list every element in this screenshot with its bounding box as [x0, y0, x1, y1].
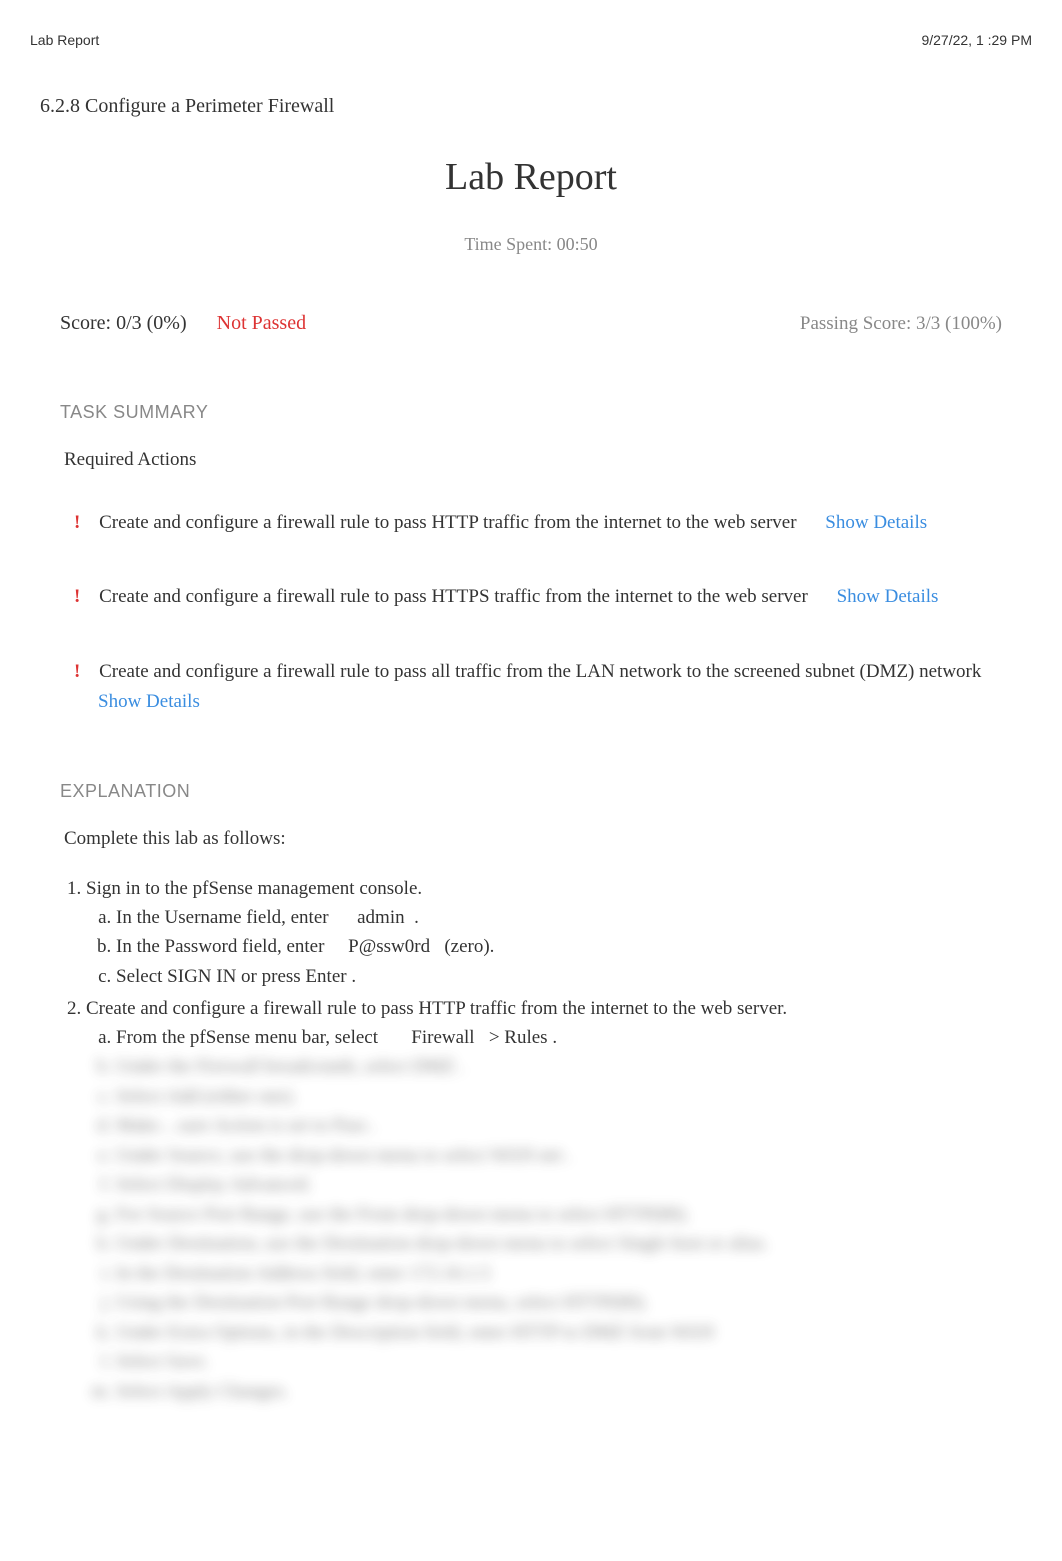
step-1c: Select SIGN IN or press Enter .	[116, 963, 1002, 992]
show-details-link[interactable]: Show Details	[98, 691, 200, 712]
step-1a: In the Username field, enter admin .	[116, 904, 1002, 933]
passing-score: Passing Score: 3/3 (100%)	[800, 310, 1002, 339]
task-text: Create and configure a firewall rule to …	[99, 512, 796, 533]
fail-icon: !	[74, 512, 80, 533]
page-title: Lab Report	[60, 149, 1002, 206]
explanation-body: Complete this lab as follows: Sign in to…	[60, 825, 1002, 1407]
blurred-content: Under the Firewall breadcrumb, select DM…	[86, 1053, 1002, 1406]
steps-list: Sign in to the pfSense management consol…	[64, 875, 1002, 1406]
doc-header-title: Lab Report	[30, 30, 99, 51]
time-spent: Time Spent: 00:50	[60, 231, 1002, 258]
explanation-intro: Complete this lab as follows:	[64, 825, 1002, 854]
fail-icon: !	[74, 586, 80, 607]
fail-icon: !	[74, 661, 80, 682]
step-2a: From the pfSense menu bar, select Firewa…	[116, 1024, 1002, 1053]
step-1b: In the Password field, enter P@ssw0rd (z…	[116, 933, 1002, 962]
status-badge: Not Passed	[217, 308, 306, 338]
show-details-link[interactable]: Show Details	[825, 512, 927, 533]
task-item: ! Create and configure a firewall rule t…	[60, 643, 1002, 732]
report-card: Lab Report Time Spent: 00:50 Score: 0/3 …	[30, 129, 1032, 1450]
task-item: ! Create and configure a firewall rule t…	[60, 568, 1002, 626]
task-item: ! Create and configure a firewall rule t…	[60, 494, 1002, 552]
score-row: Score: 0/3 (0%) Not Passed Passing Score…	[60, 308, 1002, 339]
task-text: Create and configure a firewall rule to …	[99, 586, 808, 607]
section-title: 6.2.8 Configure a Perimeter Firewall	[30, 91, 1032, 129]
show-details-link[interactable]: Show Details	[837, 586, 939, 607]
step-1: Sign in to the pfSense management consol…	[86, 875, 1002, 991]
required-actions-heading: Required Actions	[60, 446, 1002, 475]
score-text: Score: 0/3 (0%)	[60, 308, 187, 338]
task-summary-heading: TASK SUMMARY	[60, 399, 1002, 426]
task-text: Create and configure a firewall rule to …	[99, 661, 981, 682]
step-2: Create and configure a firewall rule to …	[86, 995, 1002, 1406]
doc-header-datetime: 9/27/22, 1 :29 PM	[921, 30, 1032, 51]
explanation-heading: EXPLANATION	[60, 778, 1002, 805]
